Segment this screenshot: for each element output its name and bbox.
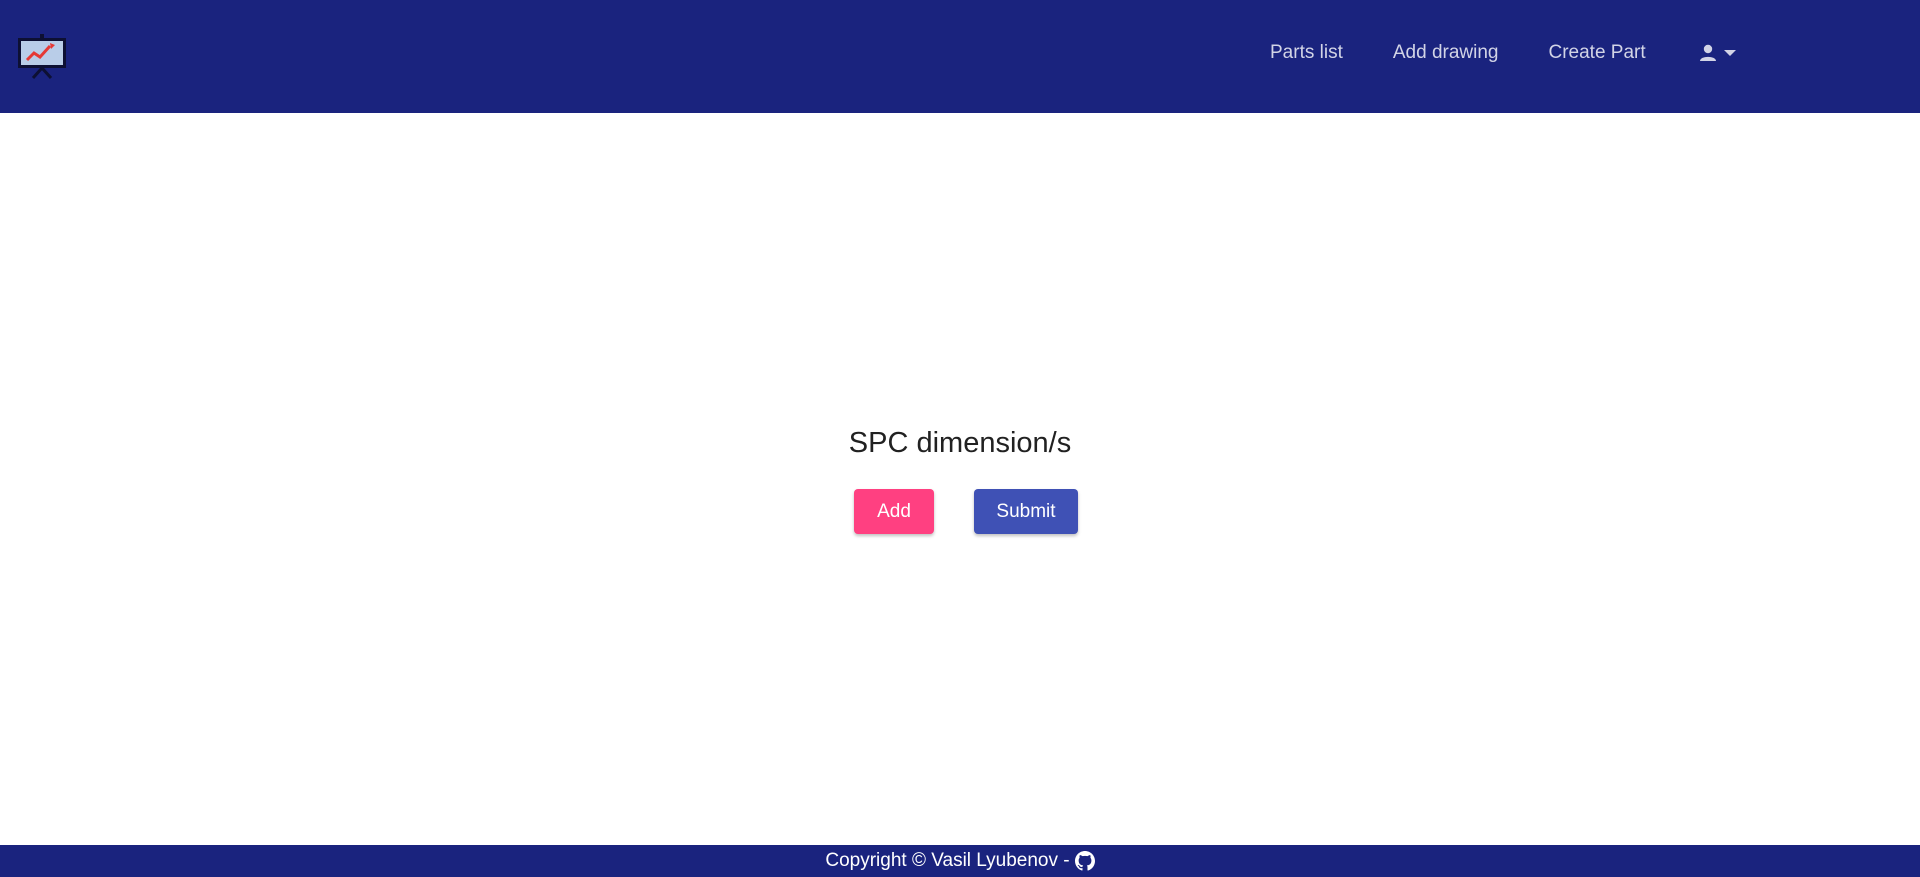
presentation-chart-icon (18, 34, 66, 80)
form-actions: Add Submit (0, 489, 1920, 534)
nav-parts-list[interactable]: Parts list (1270, 42, 1343, 64)
nav-add-drawing[interactable]: Add drawing (1393, 42, 1499, 64)
caret-down-icon (1723, 50, 1736, 56)
navbar: Parts list Add drawing Create Part (0, 0, 1920, 113)
user-icon (1699, 44, 1716, 61)
add-button[interactable]: Add (854, 489, 934, 534)
main-nav: Parts list Add drawing Create Part (1270, 0, 1736, 106)
footer: Copyright © Vasil Lyubenov - (0, 845, 1920, 877)
github-icon (1074, 851, 1095, 871)
page: Parts list Add drawing Create Part SPC d… (0, 0, 1920, 877)
nav-create-part[interactable]: Create Part (1548, 42, 1645, 64)
main-content: SPC dimension/s Add Submit (0, 113, 1920, 845)
copyright-text: Copyright © Vasil Lyubenov - (825, 850, 1070, 871)
github-link[interactable] (1074, 851, 1095, 871)
submit-button[interactable]: Submit (974, 489, 1078, 534)
logo-link[interactable] (18, 32, 72, 82)
user-menu-toggle[interactable] (1698, 43, 1736, 63)
page-title: SPC dimension/s (848, 427, 1072, 459)
